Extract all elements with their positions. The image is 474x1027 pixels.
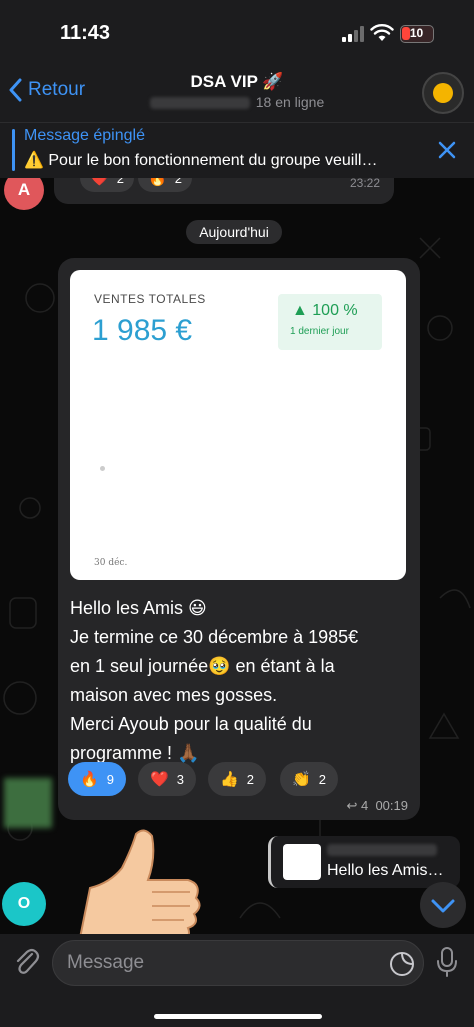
previous-message-bubble[interactable]: ❤️ 2 🔥 2 23:22 bbox=[54, 178, 394, 204]
composer-bar bbox=[0, 934, 474, 1027]
clock: 11:43 bbox=[60, 22, 111, 44]
date-separator: Aujourd'hui bbox=[186, 220, 282, 244]
blurred-avatar[interactable] bbox=[4, 778, 52, 828]
date-label: 30 déc. bbox=[94, 558, 128, 568]
chat-area[interactable]: A ❤️ 2 🔥 2 23:22 Aujourd'hui VENTES TOTA… bbox=[0, 178, 474, 934]
battery-level: 10 bbox=[409, 26, 424, 40]
chat-header: Retour DSA VIP 🚀 18 en ligne bbox=[0, 66, 474, 122]
reaction-heart[interactable]: ❤️ 3 bbox=[138, 762, 196, 796]
message-line: Merci Ayoub pour la qualité du bbox=[70, 714, 312, 734]
reaction-heart[interactable]: ❤️ 2 bbox=[80, 178, 134, 192]
fire-icon: 🔥 bbox=[148, 178, 167, 187]
status-bar: 11:43 10 bbox=[0, 0, 474, 66]
reaction-thumbs-up[interactable]: 👍 2 bbox=[208, 762, 266, 796]
reaction-fire[interactable]: 🔥 2 bbox=[138, 178, 192, 192]
message-line: Je termine ce 30 décembre à 1985€ bbox=[70, 627, 359, 647]
pinned-text: ⚠️ Pour le bon fonctionnement du groupe … bbox=[24, 152, 378, 169]
close-icon[interactable] bbox=[436, 139, 458, 161]
cellular-signal-icon bbox=[342, 26, 364, 42]
chevron-down-icon bbox=[431, 899, 455, 913]
change-value: ▲ 100 % bbox=[292, 302, 358, 320]
sales-amount: 1 985 € bbox=[92, 314, 193, 347]
message-line: en 1 seul journée🥹 en étant à la bbox=[70, 656, 335, 676]
change-period: 1 dernier jour bbox=[290, 326, 349, 337]
arrow-up-icon: ▲ bbox=[292, 302, 313, 319]
scroll-down-button[interactable] bbox=[420, 882, 466, 928]
replies-count[interactable]: ↩ 4 bbox=[346, 798, 368, 813]
heart-icon: ❤️ bbox=[90, 178, 109, 187]
channel-avatar[interactable] bbox=[422, 72, 464, 114]
reaction-count: 2 bbox=[318, 771, 326, 787]
online-count: 18 en ligne bbox=[255, 94, 325, 110]
blurred-member-count bbox=[149, 97, 250, 110]
sender-avatar[interactable]: O bbox=[2, 882, 46, 926]
heart-icon: ❤️ bbox=[150, 771, 169, 788]
chart-point bbox=[100, 466, 105, 471]
sales-label: VENTES TOTALES bbox=[94, 292, 206, 306]
wifi-icon bbox=[370, 24, 394, 41]
reply-text: Hello les Amis… bbox=[327, 862, 444, 879]
change-badge: ▲ 100 % 1 dernier jour bbox=[278, 294, 382, 350]
reaction-fire[interactable]: 🔥 9 bbox=[68, 762, 126, 796]
reaction-count: 2 bbox=[246, 771, 254, 787]
message-time: 00:19 bbox=[375, 798, 408, 813]
reaction-count: 2 bbox=[174, 178, 182, 186]
message-bubble[interactable]: VENTES TOTALES 1 985 € ▲ 100 % 1 dernier… bbox=[58, 258, 420, 820]
pinned-message-bar[interactable]: Message épinglé ⚠️ Pour le bon fonctionn… bbox=[0, 122, 474, 178]
change-percent: 100 % bbox=[312, 302, 358, 319]
blurred-sender-name bbox=[327, 844, 437, 856]
thumbs-up-sticker[interactable] bbox=[60, 828, 210, 934]
pinned-indicator bbox=[12, 129, 15, 171]
message-input[interactable] bbox=[67, 941, 367, 985]
battery-icon: 10 bbox=[400, 25, 434, 43]
chat-subtitle: 18 en ligne bbox=[0, 94, 474, 110]
reaction-count: 3 bbox=[176, 771, 184, 787]
reaction-count: 2 bbox=[116, 178, 124, 186]
reply-thumbnail bbox=[283, 844, 321, 880]
pinned-title: Message épinglé bbox=[24, 127, 145, 144]
message-line: maison avec mes gosses. bbox=[70, 685, 278, 705]
reaction-clap[interactable]: 👏 2 bbox=[280, 762, 338, 796]
clap-icon: 👏 bbox=[292, 771, 311, 788]
message-text: Hello les Amis 😃 Je termine ce 30 décemb… bbox=[70, 594, 410, 768]
attachment-icon[interactable] bbox=[12, 946, 40, 976]
thumbs-up-icon: 👍 bbox=[220, 771, 239, 788]
message-line: Hello les Amis 😃 bbox=[70, 598, 207, 618]
chat-title[interactable]: DSA VIP 🚀 bbox=[0, 72, 474, 92]
microphone-icon[interactable] bbox=[436, 946, 458, 978]
sticker-icon[interactable] bbox=[389, 951, 415, 977]
fire-icon: 🔥 bbox=[80, 771, 99, 788]
sales-screenshot[interactable]: VENTES TOTALES 1 985 € ▲ 100 % 1 dernier… bbox=[70, 270, 406, 580]
reply-preview[interactable]: Hello les Amis… bbox=[268, 836, 460, 888]
home-indicator[interactable] bbox=[154, 1014, 322, 1019]
message-field[interactable] bbox=[52, 940, 424, 986]
message-meta: ↩ 4 00:19 bbox=[346, 798, 408, 814]
message-time: 23:22 bbox=[349, 178, 380, 190]
reaction-count: 9 bbox=[106, 771, 114, 787]
